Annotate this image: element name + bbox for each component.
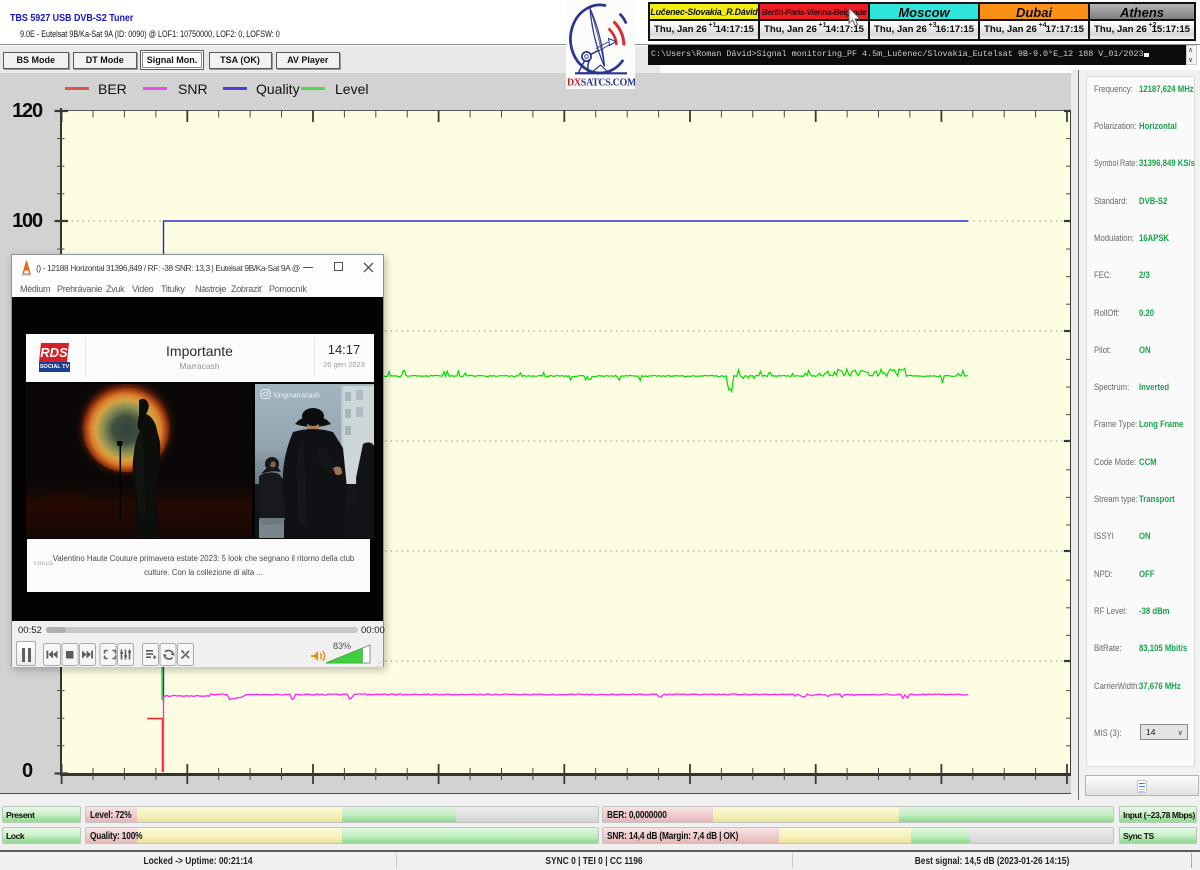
- svg-text:DXSATCS.COM: DXSATCS.COM: [567, 78, 635, 89]
- svg-text:kingmarracash: kingmarracash: [274, 393, 320, 400]
- svg-text:83%: 83%: [333, 641, 351, 651]
